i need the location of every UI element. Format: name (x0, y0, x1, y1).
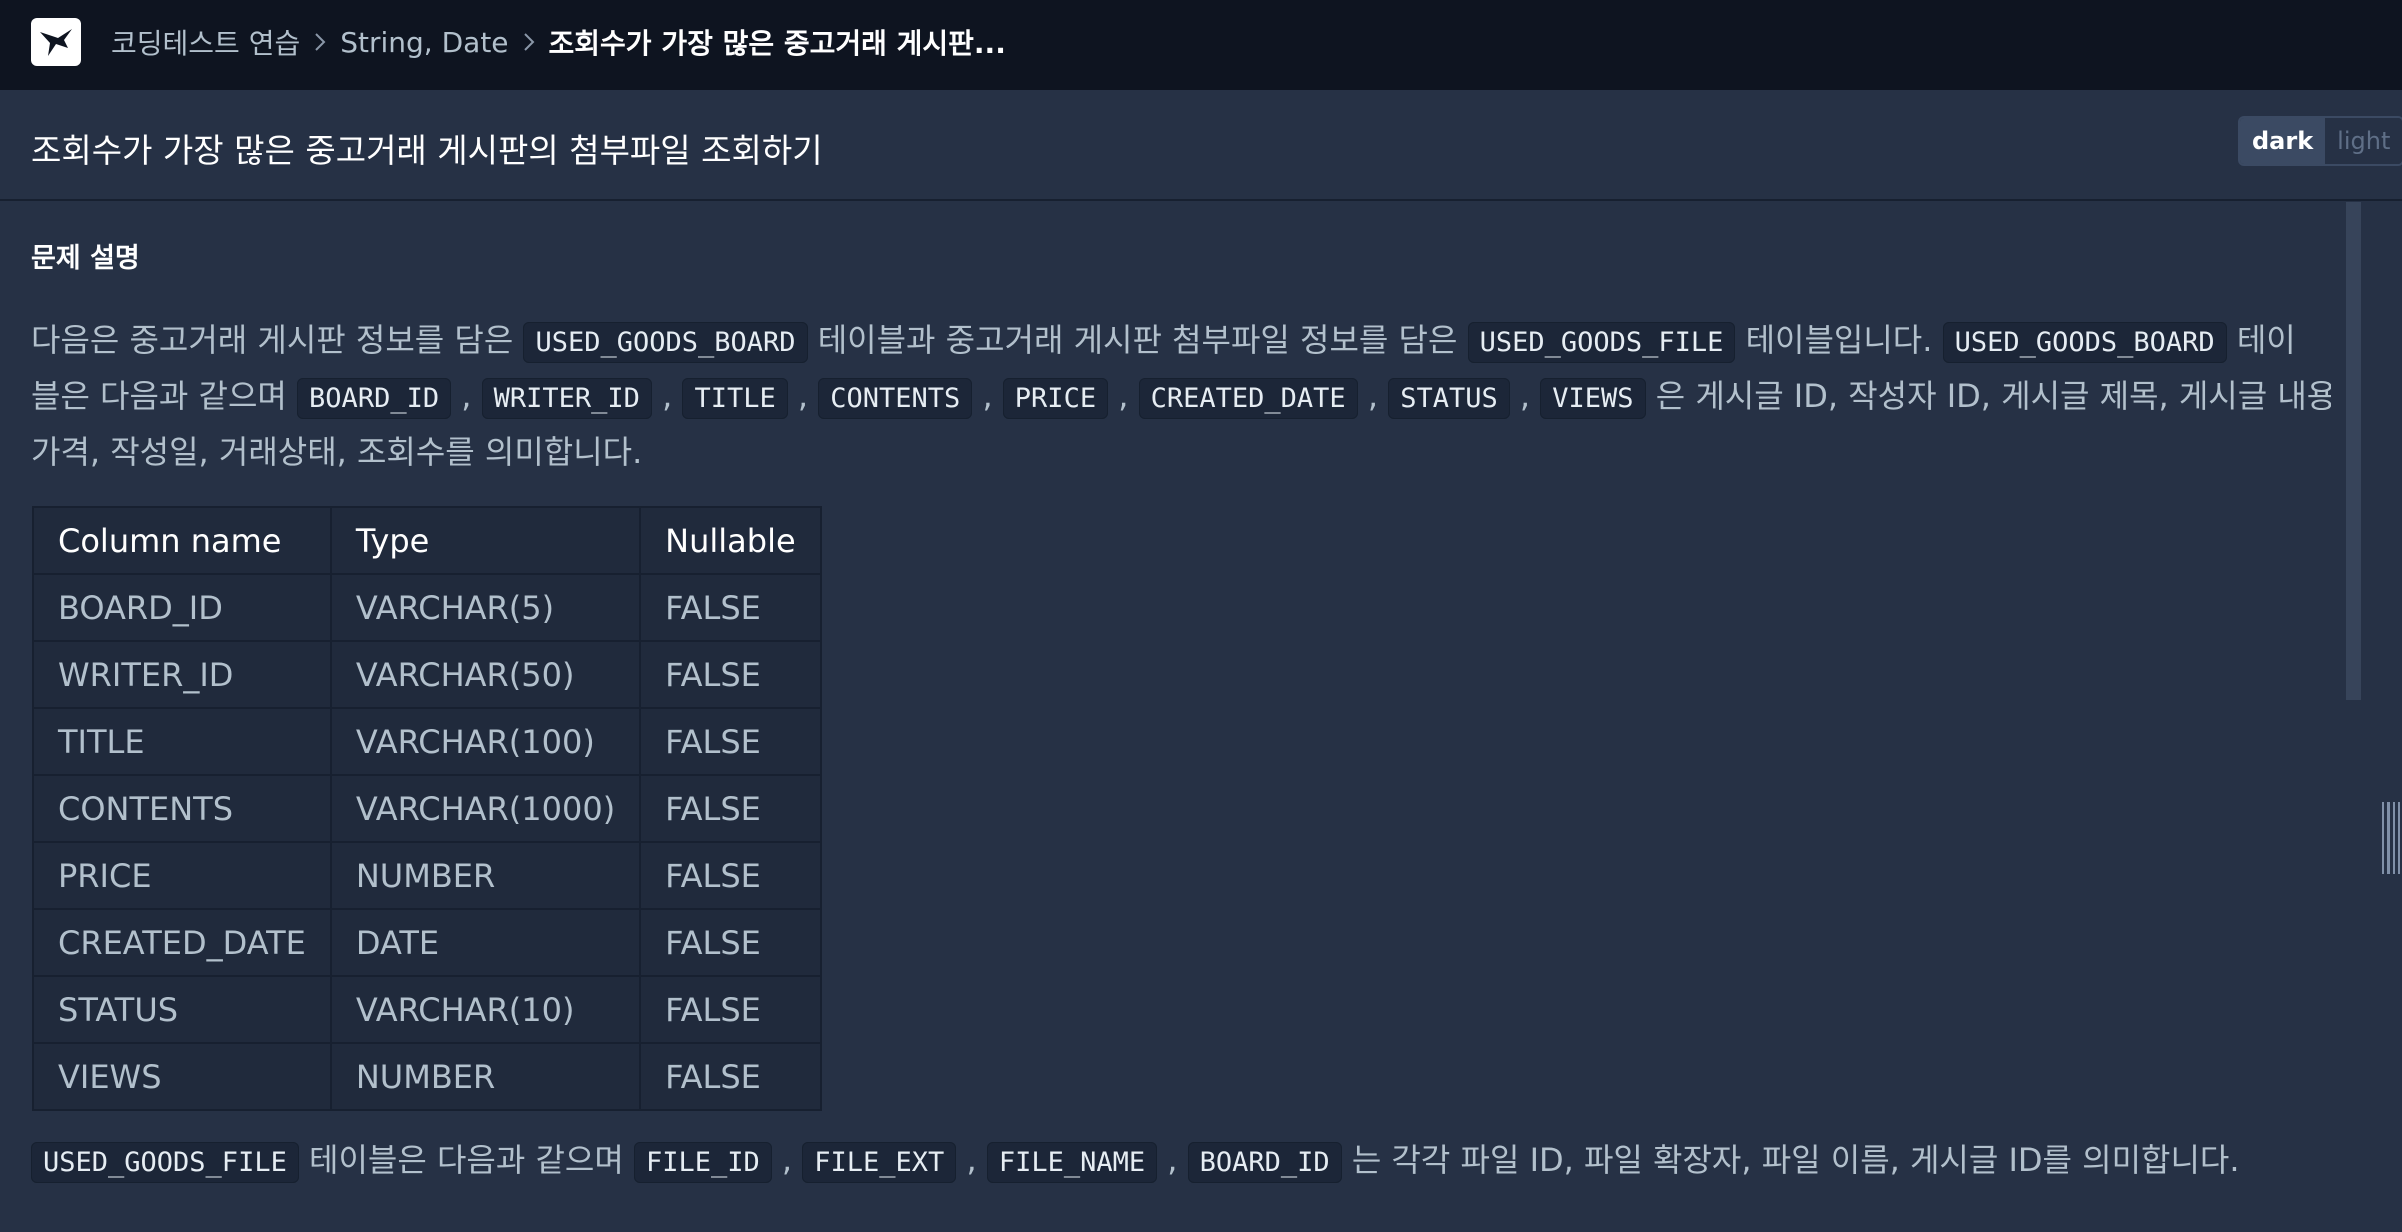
table-cell: VIEWS (32, 1042, 332, 1111)
board-schema-table: Column name Type Nullable BOARD_ID VARCHA… (32, 506, 822, 1111)
table-cell: VARCHAR(1000) (329, 774, 642, 843)
table-cell: CONTENTS (32, 774, 332, 843)
table-cell: VARCHAR(50) (329, 640, 642, 709)
code-column: VIEWS (1540, 378, 1646, 419)
text: 다음은 중고거래 게시판 정보를 담은 (31, 321, 524, 359)
code-column: FILE_ID (633, 1142, 772, 1183)
table-row: CONTENTS VARCHAR(1000) FALSE (32, 774, 822, 843)
table-cell: BOARD_ID (32, 573, 332, 642)
table-row: WRITER_ID VARCHAR(50) FALSE (32, 640, 822, 709)
code-column: CONTENTS (818, 378, 973, 419)
table-cell: STATUS (32, 975, 332, 1044)
table-cell: VARCHAR(100) (329, 707, 642, 776)
breadcrumb-item-coding-test[interactable]: 코딩테스트 연습 (111, 22, 300, 62)
text: , (956, 1141, 987, 1179)
text: , (1509, 377, 1541, 415)
table-cell: NUMBER (329, 1042, 642, 1111)
column-header: Column name (32, 506, 332, 575)
code-column: FILE_NAME (986, 1142, 1158, 1183)
table-row: PRICE NUMBER FALSE (32, 841, 822, 910)
text: , (451, 377, 482, 415)
code-column: BOARD_ID (1187, 1142, 1342, 1183)
top-navigation-bar: 코딩테스트 연습 String, Date 조회수가 가장 많은 중고거래 게시… (0, 0, 2402, 90)
text: 블은 다음과 같으며 (31, 377, 298, 415)
code-table-name: USED_GOODS_BOARD (1942, 322, 2227, 363)
table-row: TITLE VARCHAR(100) FALSE (32, 707, 822, 776)
table-cell: FALSE (639, 975, 822, 1044)
theme-toggle: dark light (2238, 116, 2402, 166)
breadcrumb: 코딩테스트 연습 String, Date 조회수가 가장 많은 중고거래 게시… (111, 0, 1006, 84)
code-column: PRICE (1002, 378, 1109, 419)
table-header-row: Column name Type Nullable (32, 506, 822, 575)
page-title: 조회수가 가장 많은 중고거래 게시판의 첨부파일 조회하기 (31, 131, 823, 170)
description-line-1: 다음은 중고거래 게시판 정보를 담은 USED_GOODS_BOARD 테이블… (31, 312, 2296, 371)
chevron-right-icon (523, 32, 535, 52)
code-column: BOARD_ID (297, 378, 452, 419)
programmers-logo-icon[interactable] (31, 18, 81, 66)
table-cell: WRITER_ID (32, 640, 332, 709)
text: , (1357, 377, 1389, 415)
code-column: TITLE (682, 378, 788, 419)
table-cell: FALSE (639, 908, 822, 977)
table-cell: TITLE (32, 707, 332, 776)
code-column: FILE_EXT (802, 1142, 957, 1183)
text: , (972, 377, 1003, 415)
code-table-name: USED_GOODS_BOARD (523, 322, 808, 363)
table-cell: FALSE (639, 573, 822, 642)
table-cell: PRICE (32, 841, 332, 910)
section-heading: 문제 설명 (31, 243, 140, 274)
code-table-name: USED_GOODS_FILE (31, 1142, 299, 1183)
column-header: Type (329, 506, 642, 575)
table-cell: FALSE (639, 841, 822, 910)
text: , (1108, 377, 1139, 415)
code-table-name: USED_GOODS_FILE (1467, 322, 1736, 363)
chevron-right-icon (314, 32, 326, 52)
text: , (787, 377, 819, 415)
description-line-3: 가격, 작성일, 거래상태, 조회수를 의미합니다. (31, 433, 643, 471)
table-cell: FALSE (639, 707, 822, 776)
panel-resize-handle-icon[interactable] (2382, 802, 2400, 874)
table-cell: FALSE (639, 774, 822, 843)
breadcrumb-current: 조회수가 가장 많은 중고거래 게시판... (548, 27, 1006, 60)
text: , (1157, 1141, 1188, 1179)
description-line-4: USED_GOODS_FILE 테이블은 다음과 같으며 FILE_ID , F… (31, 1132, 2240, 1191)
text: 테이블은 다음과 같으며 (298, 1141, 634, 1179)
description-line-2: 블은 다음과 같으며 BOARD_ID , WRITER_ID , TITLE … (31, 368, 2331, 427)
table-cell: FALSE (639, 640, 822, 709)
vertical-scrollbar[interactable] (2346, 202, 2361, 700)
code-column: STATUS (1388, 378, 1510, 419)
table-row: VIEWS NUMBER FALSE (32, 1042, 822, 1111)
table-cell: VARCHAR(5) (329, 573, 642, 642)
table-cell: FALSE (639, 1042, 822, 1111)
table-cell: NUMBER (329, 841, 642, 910)
code-column: CREATED_DATE (1138, 378, 1358, 419)
table-cell: CREATED_DATE (32, 908, 332, 977)
column-header: Nullable (639, 506, 822, 575)
text: , (651, 377, 683, 415)
table-row: BOARD_ID VARCHAR(5) FALSE (32, 573, 822, 642)
text: , (771, 1141, 803, 1179)
text: 테이블과 중고거래 게시판 첨부파일 정보를 담은 (807, 321, 1468, 359)
problem-title-bar: 조회수가 가장 많은 중고거래 게시판의 첨부파일 조회하기 (0, 90, 2402, 201)
table-cell: VARCHAR(10) (329, 975, 642, 1044)
text: 테이블입니다. (1735, 321, 1943, 359)
text: 테이 (2226, 321, 2296, 359)
table-row: STATUS VARCHAR(10) FALSE (32, 975, 822, 1044)
problem-description-panel: 문제 설명 다음은 중고거래 게시판 정보를 담은 USED_GOODS_BOA… (31, 202, 2331, 1232)
theme-light-button[interactable]: light (2325, 118, 2402, 164)
table-row: CREATED_DATE DATE FALSE (32, 908, 822, 977)
code-column: WRITER_ID (481, 378, 652, 419)
table-cell: DATE (329, 908, 642, 977)
text: 은 게시글 ID, 작성자 ID, 게시글 제목, 게시글 내용, (1645, 377, 2331, 415)
breadcrumb-item-category[interactable]: String, Date (340, 26, 508, 59)
theme-dark-button[interactable]: dark (2240, 118, 2326, 164)
text: 는 각각 파일 ID, 파일 확장자, 파일 이름, 게시글 ID를 의미합니다… (1341, 1141, 2240, 1179)
